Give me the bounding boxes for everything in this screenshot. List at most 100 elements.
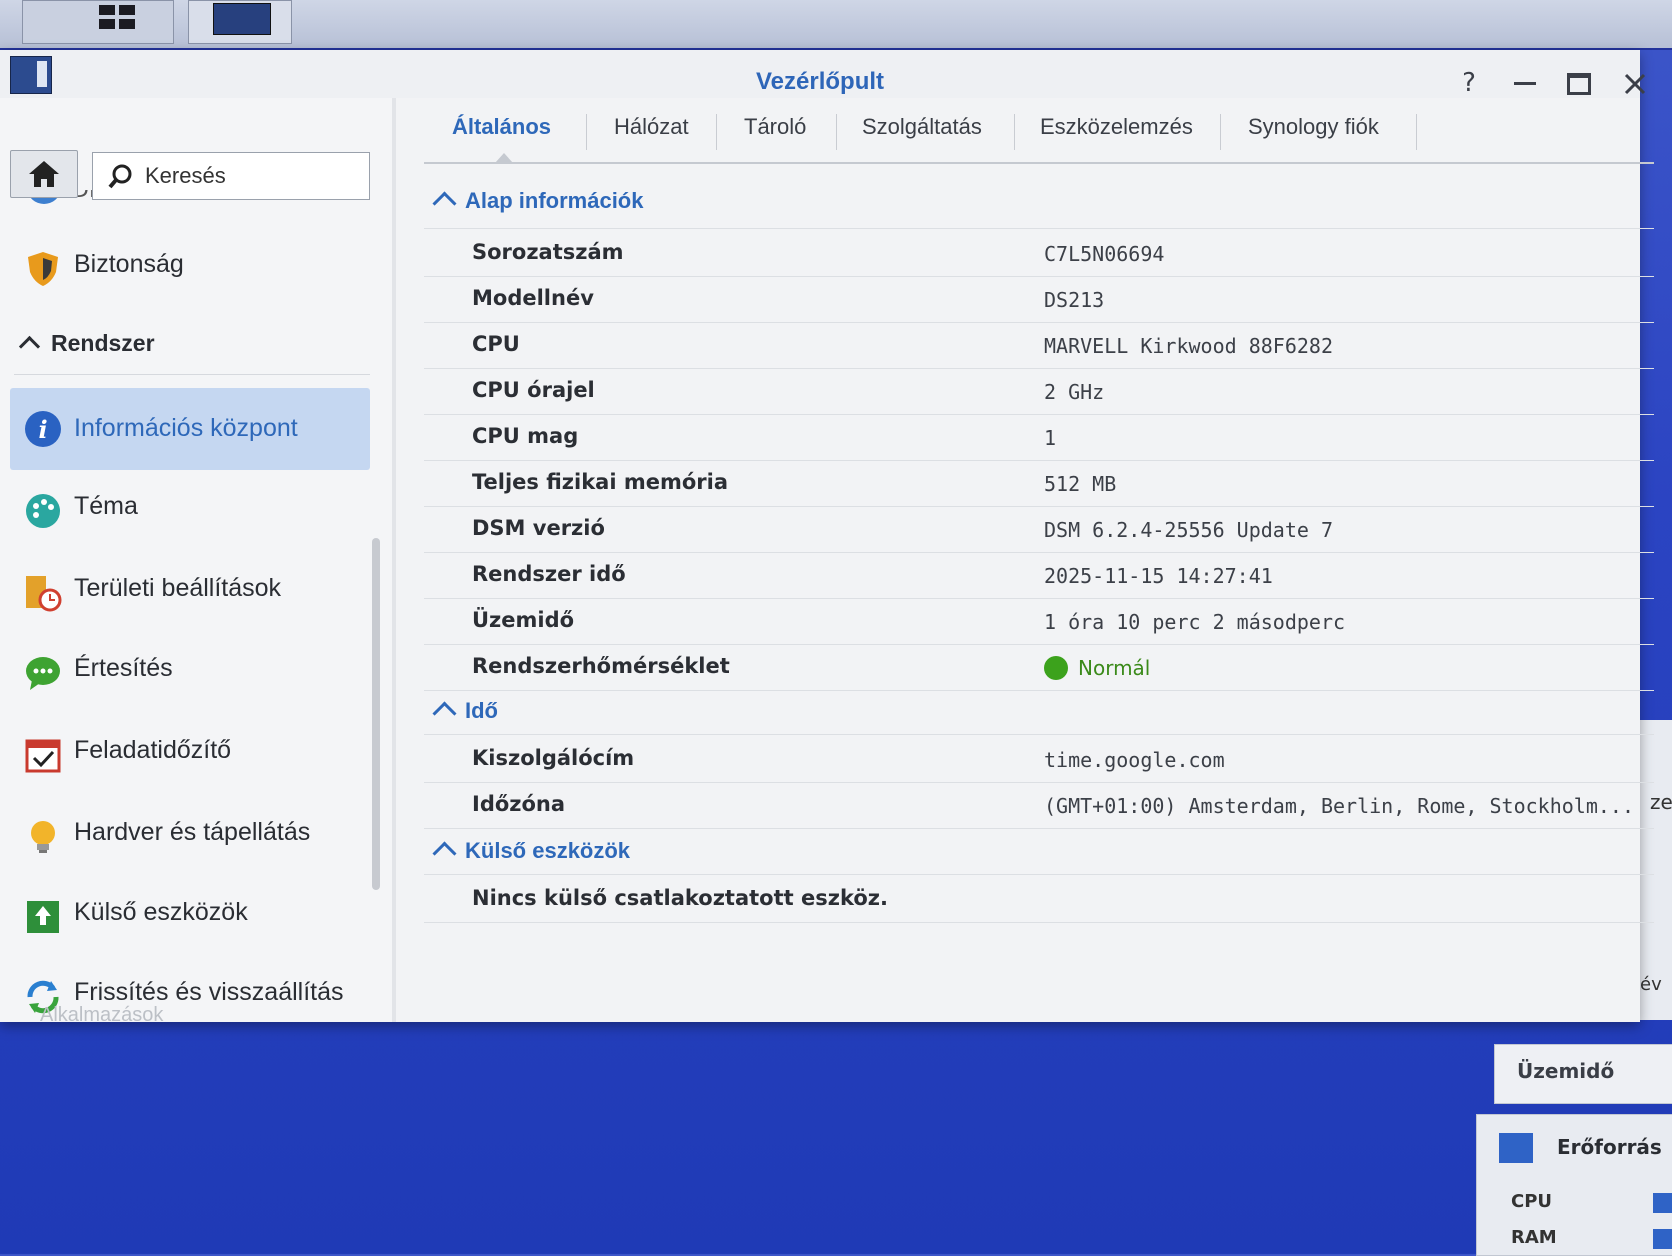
minimize-button[interactable] [1508,68,1542,98]
ram-usage-bar [1653,1229,1672,1249]
maximize-icon [1567,72,1591,95]
svg-text:i: i [38,415,47,444]
info-value: 1 óra 10 perc 2 másodperc [1044,610,1346,634]
grid-menu-icon [99,5,135,29]
group-title: Külső eszközök [465,838,631,863]
tab-separator [1416,114,1417,150]
sidebar-item-security[interactable]: Biztonság [10,230,370,306]
info-label: Teljes fizikai memória [472,470,729,494]
tab-services[interactable]: Szolgáltatás [862,114,982,154]
sidebar-item-external-devices[interactable]: Külső eszközök [10,878,370,954]
sidebar-item-task-scheduler[interactable]: Feladatidőzítő [10,716,370,792]
info-row-cpu-cores: CPU mag 1 [424,414,1654,461]
sidebar-item-theme[interactable]: Téma [10,472,370,548]
taskbar-control-panel-button[interactable] [188,0,292,44]
empty-state-text: Nincs külső csatlakoztatott eszköz. [472,886,888,910]
sidebar-item-label: Hardver és tápellátás [74,818,311,846]
info-label: Kiszolgálócím [472,746,635,770]
info-value: Normál [1044,656,1150,680]
sidebar-scrollbar[interactable] [372,538,380,890]
sidebar-item-label: Területi beállítások [74,574,282,602]
info-row-cpu-clock: CPU órajel 2 GHz [424,368,1654,415]
control-panel-window: Vezérlőpult ? DHCP-szerver Biztonság Ren… [0,50,1654,1022]
widget-edge-text: év [1640,974,1662,995]
info-row-dsm-version: DSM verzió DSM 6.2.4-25556 Update 7 [424,506,1654,553]
temperature-status: Normál [1078,656,1151,680]
minimize-icon [1514,82,1536,85]
close-button[interactable] [1618,68,1652,98]
tab-underline [424,162,1654,164]
info-value: 2025-11-15 14:27:41 [1044,564,1273,588]
sidebar-item-label: Értesítés [74,654,173,682]
info-row-ntp-server: Kiszolgálócím time.google.com [424,736,1654,783]
resource-monitor-widget[interactable]: Erőforrás CPU RAM [1476,1114,1672,1256]
resource-monitor-title: Erőforrás [1557,1135,1662,1159]
group-header-basic-info[interactable]: Alap információk [432,188,643,228]
section-header-system[interactable]: Rendszer [18,330,155,358]
info-label: Időzóna [472,792,566,816]
info-icon: i [25,411,61,447]
search-input[interactable] [143,159,357,193]
main-menu-button[interactable] [22,0,174,44]
home-button[interactable] [10,150,78,198]
info-label: Sorozatszám [472,240,624,264]
sidebar-item-hardware-power[interactable]: Hardver és tápellátás [10,798,370,874]
info-value: DSM 6.2.4-25556 Update 7 [1044,518,1333,542]
tab-separator [1014,114,1015,150]
ram-label: RAM [1511,1227,1557,1248]
uptime-widget-label: Üzemidő [1517,1059,1615,1083]
help-button[interactable]: ? [1452,68,1486,98]
divider [14,374,370,375]
tab-synology-account[interactable]: Synology fiók [1248,114,1379,154]
shield-icon [28,252,58,286]
info-label: Rendszer idő [472,562,626,586]
chevron-up-icon [432,701,457,726]
regional-clock-icon [26,576,62,612]
search-icon [108,164,132,189]
external-device-icon [27,901,59,933]
info-label: Rendszerhőmérséklet [472,654,730,678]
group-header-time[interactable]: Idő [432,698,498,738]
tab-network[interactable]: Hálózat [614,114,689,154]
sidebar-item-notification[interactable]: Értesítés [10,634,370,710]
info-value: MARVELL Kirkwood 88F6282 [1044,334,1333,358]
maximize-button[interactable] [1562,68,1596,98]
tab-separator [716,114,717,150]
search-field[interactable] [92,152,370,200]
info-row-cpu: CPU MARVELL Kirkwood 88F6282 [424,322,1654,369]
tab-separator [1220,114,1221,150]
control-panel-icon [213,3,271,35]
info-row-serial: Sorozatszám C7L5N06694 [424,230,1654,277]
sidebar-item-info-center[interactable]: i Információs központ [10,388,370,470]
sidebar-item-label: Téma [74,492,138,520]
sidebar-item-label: Frissítés és visszaállítás [74,978,344,1006]
active-tab-pointer [495,153,513,163]
tab-separator [836,114,837,150]
titlebar[interactable]: Vezérlőpult ? [0,50,1646,98]
tab-bar: Általános Hálózat Tároló Szolgáltatás Es… [424,102,1654,160]
palette-icon [26,494,60,528]
divider [424,228,1654,229]
tab-storage[interactable]: Tároló [744,114,806,154]
chevron-up-icon [432,191,457,216]
info-label: CPU [472,332,520,356]
info-row-system-time: Rendszer idő 2025-11-15 14:27:41 [424,552,1654,599]
info-row-timezone: Időzóna (GMT+01:00) Amsterdam, Berlin, Ro… [424,782,1654,829]
window-title: Vezérlőpult [755,68,885,95]
sidebar-item-label: Biztonság [74,250,184,278]
sidebar: DHCP-szerver Biztonság Rendszer i Inform… [0,98,392,1022]
home-icon [29,161,59,187]
group-header-external-devices[interactable]: Külső eszközök [432,838,631,878]
info-label: CPU mag [472,424,579,448]
info-value: (GMT+01:00) Amsterdam, Berlin, Rome, Sto… [1044,794,1635,818]
chevron-up-icon [432,841,457,866]
info-value: time.google.com [1044,748,1225,772]
tab-device-analytics[interactable]: Eszközelemzés [1040,114,1193,154]
resource-monitor-icon [1499,1133,1533,1163]
external-devices-empty-row: Nincs külső csatlakoztatott eszköz. [424,876,1654,923]
info-value: 2 GHz [1044,380,1105,404]
tab-general[interactable]: Általános [452,114,551,154]
sidebar-item-regional[interactable]: Területi beállítások [10,554,370,630]
cpu-usage-bar [1653,1193,1672,1213]
sidebar-section-applications[interactable]: Alkalmazások [40,1004,163,1022]
